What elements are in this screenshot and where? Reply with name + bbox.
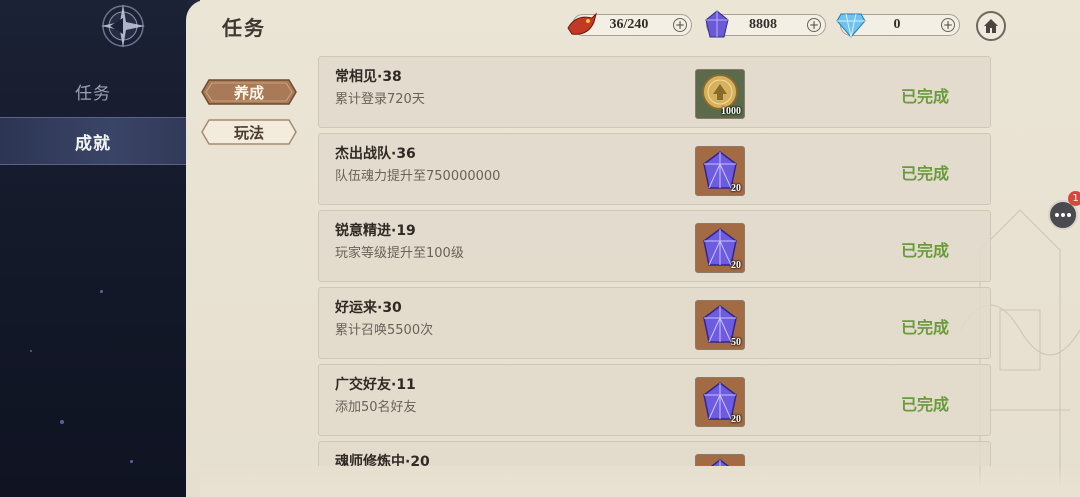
chat-notification-badge: 1	[1068, 191, 1080, 206]
sidebar-tab-label: 任务	[75, 83, 111, 104]
achievement-row: 魂师修炼中·20	[318, 441, 991, 466]
reward-item[interactable]: 20	[695, 223, 745, 273]
achievement-row: 锐意精进·19 玩家等级提升至100级 20 已完成	[318, 210, 991, 282]
status-completed: 已完成	[901, 87, 950, 106]
achievement-row: 杰出战队·36 队伍魂力提升至750000000 20 已完成	[318, 133, 991, 205]
achievement-title: 广交好友·11	[335, 377, 416, 393]
status-completed: 已完成	[901, 395, 950, 414]
status-completed: 已完成	[901, 241, 950, 260]
reward-item[interactable]: 1000	[695, 69, 745, 119]
achievement-title: 魂师修炼中·20	[335, 454, 430, 466]
achievement-row: 常相见·38 累计登录720天 1000 已完成	[318, 56, 991, 128]
sidebar-tab-label: 成就	[75, 133, 111, 154]
sidebar: 任务 成就	[0, 0, 200, 497]
purple-crystal-icon	[705, 10, 729, 38]
chat-dot	[1061, 213, 1065, 217]
chat-dot	[1067, 213, 1071, 217]
reward-count: 50	[731, 337, 741, 348]
achievement-title: 杰出战队·36	[335, 146, 416, 162]
status-completed: 已完成	[901, 164, 950, 183]
achievement-title: 常相见·38	[335, 69, 402, 85]
sidebar-tab-tasks[interactable]: 任务	[0, 68, 186, 114]
achievement-list: 常相见·38 累计登录720天 1000 已完成 杰出战队·36 队伍魂力提升至…	[318, 56, 991, 466]
reward-count: 20	[731, 260, 741, 271]
achievement-desc: 累计登录720天	[335, 92, 425, 107]
stamina-add-button[interactable]: +	[673, 18, 687, 32]
stamina-dragon-icon	[567, 12, 597, 35]
diamond-add-button[interactable]: +	[941, 18, 955, 32]
reward-item[interactable]: 20	[695, 146, 745, 196]
blue-diamond-icon	[836, 13, 866, 38]
list-bottom-fade	[200, 465, 1080, 497]
achievement-row: 广交好友·11 添加50名好友 20 已完成	[318, 364, 991, 436]
crystal-add-button[interactable]: +	[807, 18, 821, 32]
page-title: 任务	[222, 16, 266, 40]
achievement-row: 好运来·30 累计召唤5500次 50 已完成	[318, 287, 991, 359]
achievement-title: 好运来·30	[335, 300, 402, 316]
home-icon	[984, 19, 998, 33]
achievement-desc: 玩家等级提升至100级	[335, 246, 464, 261]
category-label: 养成	[233, 83, 264, 102]
reward-count: 20	[731, 414, 741, 425]
achievement-desc: 累计召唤5500次	[335, 323, 434, 338]
reward-item[interactable]: 50	[695, 300, 745, 350]
reward-count: 20	[731, 183, 741, 194]
category-gameplay-button[interactable]: 玩法	[201, 119, 297, 145]
home-button[interactable]	[976, 11, 1006, 41]
sidebar-tab-achievements[interactable]: 成就	[0, 117, 186, 165]
reward-count: 1000	[721, 106, 741, 117]
crystal-value: 8808	[749, 17, 777, 32]
compass-emblem-icon	[101, 4, 145, 48]
reward-item[interactable]: 20	[695, 377, 745, 427]
achievement-desc: 队伍魂力提升至750000000	[335, 169, 501, 184]
diamond-value: 0	[893, 17, 901, 32]
category-label: 玩法	[233, 123, 264, 142]
status-completed: 已完成	[901, 318, 950, 337]
chat-dots-icon	[1055, 213, 1059, 217]
category-cultivate-button[interactable]: 养成	[201, 79, 297, 105]
achievement-title: 锐意精进·19	[335, 223, 416, 239]
achievement-desc: 添加50名好友	[335, 400, 417, 415]
stamina-value: 36/240	[609, 17, 649, 32]
